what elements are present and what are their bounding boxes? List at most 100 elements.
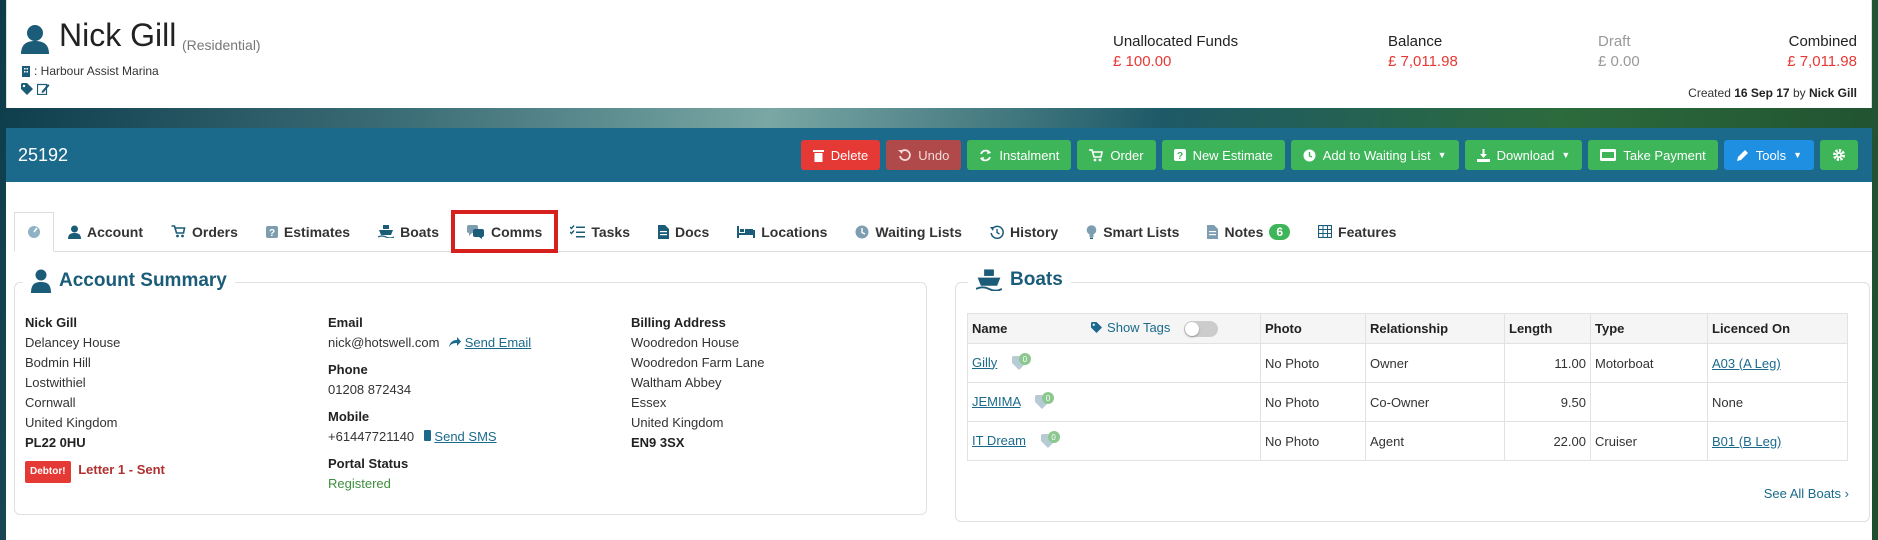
tab-locations[interactable]: Locations — [723, 212, 841, 251]
combined: Combined £ 7,011.98 — [1787, 33, 1857, 70]
add-to-waiting-list-button[interactable]: Add to Waiting List ▼ — [1290, 140, 1459, 170]
tab-smart-lists-label: Smart Lists — [1103, 223, 1180, 240]
tab-dashboard[interactable] — [14, 212, 54, 252]
task-list-icon — [570, 225, 586, 238]
boat-tags[interactable]: 0 — [1009, 353, 1031, 371]
email-label: Email — [328, 315, 363, 330]
action-bar: 25192 Delete Undo Instalment Order ? New… — [6, 128, 1872, 182]
contact-details: Email nick@hotswell.com Send Email Phone… — [328, 313, 531, 494]
tab-features[interactable]: Features — [1304, 212, 1410, 251]
download-button[interactable]: Download ▼ — [1464, 140, 1583, 170]
delete-label: Delete — [830, 147, 869, 163]
letter-status: Letter 1 - Sent — [78, 462, 165, 477]
billing-line: Waltham Abbey — [631, 375, 722, 390]
tab-waiting-lists[interactable]: Waiting Lists — [841, 212, 976, 251]
tab-smart-lists[interactable]: Smart Lists — [1072, 212, 1193, 251]
mobile-label: Mobile — [328, 409, 370, 424]
document-icon — [658, 224, 670, 239]
phone-label: Phone — [328, 362, 368, 377]
billing-line: Woodredon Farm Lane — [631, 355, 765, 370]
boat-name-link[interactable]: IT Dream — [972, 433, 1026, 448]
column-photo: Photo — [1260, 313, 1366, 344]
boat-licence-link[interactable]: A03 (A Leg) — [1712, 356, 1781, 371]
boat-photo: No Photo — [1260, 343, 1366, 383]
show-tags-toggle[interactable] — [1184, 321, 1219, 338]
boat-length: 9.50 — [1504, 382, 1591, 422]
tab-boats[interactable]: Boats — [364, 212, 453, 251]
tab-tasks[interactable]: Tasks — [556, 212, 644, 251]
column-name: Name Show Tags — [967, 313, 1261, 344]
tab-history[interactable]: History — [976, 212, 1072, 251]
note-icon — [1207, 224, 1219, 239]
tab-comms-label: Comms — [490, 223, 543, 240]
boat-name-link[interactable]: JEMIMA — [972, 394, 1020, 409]
notes-count-badge: 6 — [1269, 223, 1291, 240]
balance-label: Balance — [1388, 33, 1443, 50]
settings-button[interactable] — [1820, 140, 1858, 170]
draft-label: Draft — [1598, 33, 1631, 50]
address-line: Delancey House — [25, 335, 121, 350]
question-icon: ? — [265, 225, 278, 238]
tag-count: 0 — [1047, 431, 1060, 444]
share-icon — [449, 337, 462, 347]
send-sms-link[interactable]: Send SMS — [434, 429, 496, 444]
boat-licence-cell: A03 (A Leg) — [1707, 343, 1848, 383]
marina-line: : Harbour Assist Marina — [21, 64, 159, 78]
send-email-link[interactable]: Send Email — [465, 335, 531, 350]
delete-button[interactable]: Delete — [800, 140, 881, 170]
svg-text:?: ? — [1177, 151, 1183, 161]
credit-card-icon — [1600, 149, 1617, 161]
show-tags[interactable]: Show Tags — [1091, 320, 1170, 335]
marina-name: : Harbour Assist Marina — [34, 64, 159, 78]
boat-relationship: Co-Owner — [1365, 382, 1505, 422]
portal-status-value: Registered — [328, 476, 391, 491]
order-button[interactable]: Order — [1077, 140, 1156, 170]
address-line: Cornwall — [25, 395, 76, 410]
boat-type: Motorboat — [1590, 343, 1708, 383]
tab-docs[interactable]: Docs — [644, 212, 723, 251]
new-estimate-button[interactable]: ? New Estimate — [1161, 140, 1285, 170]
history-icon — [989, 225, 1004, 239]
unallocated-funds: Unallocated Funds £ 100.00 — [1113, 33, 1238, 70]
tag-icon[interactable] — [21, 83, 33, 95]
undo-button[interactable]: Undo — [886, 140, 962, 170]
account-summary-header: Account Summary — [23, 269, 235, 293]
tab-comms[interactable]: Comms — [450, 210, 559, 253]
customer-type: (Residential) — [182, 37, 261, 53]
draft-value: £ 0.00 — [1598, 53, 1640, 70]
person-icon — [21, 25, 49, 54]
debtor-status: Debtor! Letter 1 - Sent — [25, 460, 165, 483]
mobile-value: +61447721140 — [328, 429, 415, 444]
tab-orders[interactable]: Orders — [157, 212, 252, 251]
ship-icon — [976, 269, 1002, 291]
boat-licence-link[interactable]: B01 (B Leg) — [1712, 434, 1781, 449]
boat-tags[interactable]: 0 — [1038, 431, 1060, 449]
boat-name-link[interactable]: Gilly — [972, 355, 997, 370]
see-all-boats-link[interactable]: See All Boats › — [1764, 486, 1849, 501]
person-icon — [68, 225, 81, 239]
instalment-button[interactable]: Instalment — [967, 140, 1072, 170]
boat-tags[interactable]: 0 — [1032, 392, 1055, 410]
customer-address: Nick Gill Delancey House Bodmin Hill Los… — [25, 313, 165, 483]
edit-icon[interactable] — [37, 83, 50, 95]
account-summary-title: Account Summary — [59, 270, 227, 291]
billing-line: United Kingdom — [631, 415, 724, 430]
take-payment-button[interactable]: Take Payment — [1588, 140, 1718, 170]
draft: Draft £ 0.00 — [1598, 33, 1640, 70]
column-name-label: Name — [972, 320, 1008, 336]
email-value: nick@hotswell.com — [328, 335, 440, 350]
boat-licence: None — [1707, 382, 1848, 422]
download-label: Download — [1496, 147, 1555, 163]
tab-estimates[interactable]: ? Estimates — [252, 212, 364, 251]
tab-orders-label: Orders — [192, 223, 238, 240]
tab-docs-label: Docs — [675, 223, 710, 240]
show-tags-label: Show Tags — [1107, 319, 1171, 335]
tab-account[interactable]: Account — [54, 212, 157, 251]
tools-button[interactable]: Tools ▼ — [1723, 140, 1814, 170]
take-payment-label: Take Payment — [1623, 147, 1706, 163]
new-estimate-label: New Estimate — [1192, 147, 1273, 163]
page: Nick Gill (Residential) : Harbour Assist… — [6, 0, 1872, 540]
table-row: Gilly 0 No Photo Owner 11.00 Motorboat A… — [967, 343, 1848, 383]
boat-name-cell: IT Dream 0 — [967, 421, 1261, 461]
tab-notes[interactable]: Notes 6 — [1193, 212, 1304, 251]
